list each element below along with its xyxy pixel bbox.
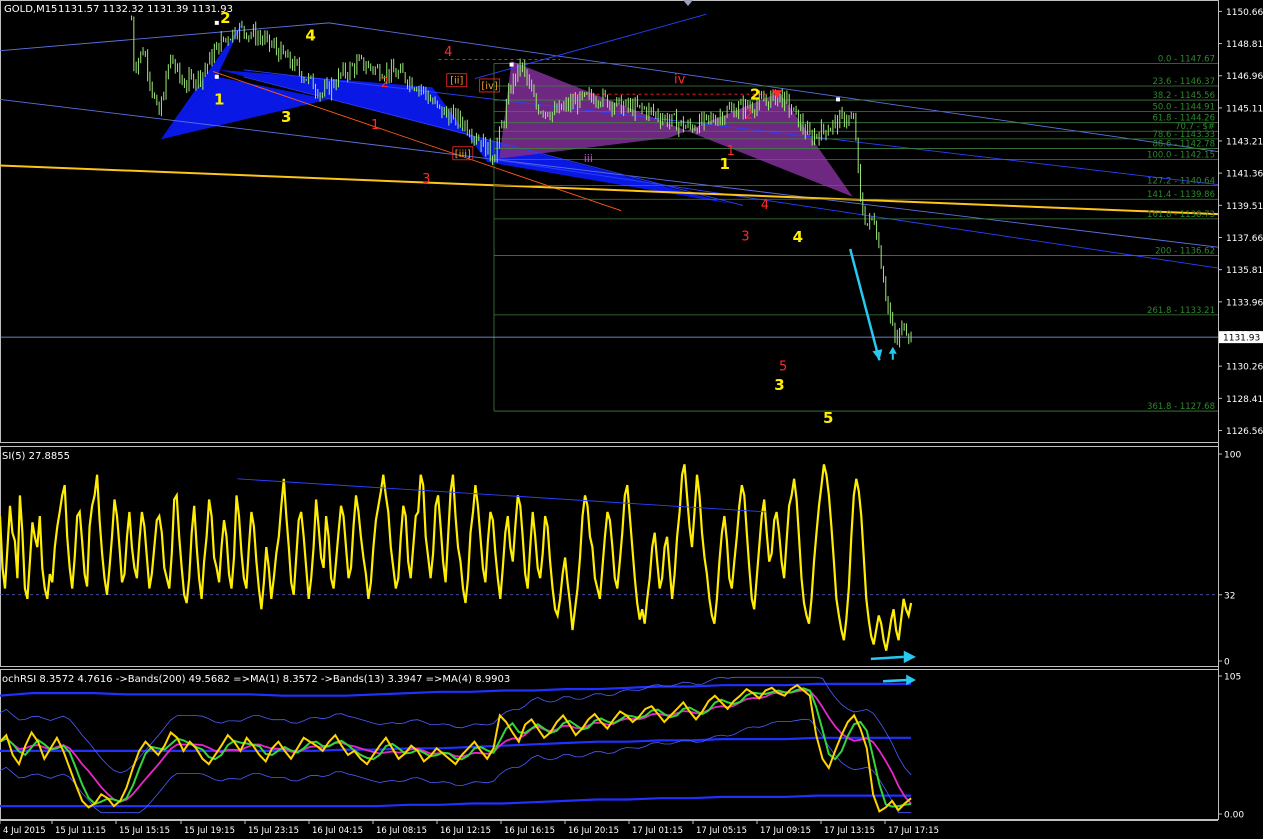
chart-header-symbol: GOLD,M15 [4, 4, 57, 15]
wave-label-red: 2 [381, 76, 389, 91]
pattern-point-marker [214, 74, 219, 79]
price-tick-label: 1139.51 [1226, 202, 1263, 212]
time-tick-label: 16 Jul 12:15 [440, 826, 491, 836]
price-tick-label: 1150.66 [1226, 8, 1263, 18]
wave-label-yellow: 1 [214, 91, 224, 109]
price-tick-label: 1133.96 [1226, 298, 1263, 308]
price-tick-label: 1126.56 [1226, 427, 1263, 437]
time-tick-label: 16 Jul 16:15 [504, 826, 555, 836]
last-price-label: 1131.93 [1223, 334, 1260, 344]
fib-level-label: 200 - 1136.62 [1155, 247, 1215, 257]
rsi-tick-label: 0 [1224, 658, 1230, 668]
wave-label-red: 2 [745, 108, 753, 123]
fib-level-label: 361.8 - 1127.68 [1147, 402, 1215, 412]
rsi-title: SI(5) 27.8855 [2, 451, 70, 462]
time-tick-label: 16 Jul 20:15 [568, 826, 619, 836]
trading-chart[interactable]: 0.0 - 1147.67 23.6 - 1146.37 38.2 - 1145.5… [0, 0, 1263, 839]
wave-label-red: 5 [779, 360, 787, 375]
time-tick-label: 17 Jul 09:15 [760, 826, 811, 836]
wave-label-yellow: 4 [305, 26, 315, 44]
time-tick-label: 15 Jul 23:15 [248, 826, 299, 836]
fib-level-label: 100.0 - 1142.15 [1147, 150, 1215, 160]
wave-label-boxed: [ii] [450, 76, 463, 87]
wave-label-boxed: [iv] [481, 81, 498, 92]
wave-label-red: 3 [741, 229, 749, 244]
wave-label-red: 1 [727, 144, 735, 159]
chart-header-ohlc: 1131.57 1132.32 1131.39 1131.93 [58, 4, 233, 15]
price-tick-label: 1137.66 [1226, 234, 1263, 244]
fib-level-label: 161.8 - 1138.73 [1147, 210, 1215, 220]
stoch-tick-label: 0.00 [1224, 811, 1244, 821]
price-tick-label: 1146.96 [1226, 72, 1263, 82]
pattern-point-marker [214, 20, 219, 25]
wave-label-yellow: 4 [793, 228, 803, 246]
fib-level-label: 78.6 - 1143.33 [1152, 130, 1215, 140]
time-tick-label: 4 Jul 2015 [3, 826, 46, 836]
fib-level-label: 38.2 - 1145.56 [1152, 91, 1215, 101]
stoch-cyan-arrow [882, 678, 908, 683]
wave-label-yellow: 2 [750, 85, 760, 103]
fib-level-label: 261.8 - 1133.21 [1147, 306, 1215, 316]
time-tick-label: 16 Jul 08:15 [376, 826, 427, 836]
wave-label-red: 1 [371, 118, 379, 133]
price-tick-label: 1135.81 [1226, 266, 1263, 276]
price-tick-label: 1128.41 [1226, 395, 1263, 405]
wave-label-yellow: 3 [281, 108, 291, 126]
pattern-point-marker [835, 97, 840, 102]
fib-level-label: 0.0 - 1147.67 [1158, 54, 1215, 64]
time-tick-label: 17 Jul 17:15 [888, 826, 939, 836]
fib-level-label: 127.2 - 1140.64 [1147, 177, 1215, 187]
wave-label-red: 3 [422, 172, 430, 187]
wave-label-red: 4 [444, 45, 452, 60]
wave-label-boxed: [iii] [455, 149, 471, 160]
price-tick-label: 1143.21 [1226, 137, 1263, 147]
time-tick-label: 17 Jul 01:15 [632, 826, 683, 836]
wave-label-red: 4 [761, 198, 769, 213]
time-tick-label: 16 Jul 04:15 [312, 826, 363, 836]
wave-label-purple: iii [584, 152, 593, 165]
wave-label-yellow: 5 [823, 409, 833, 427]
fib-level-label: 50.0 - 1144.91 [1152, 102, 1215, 112]
fib-level-label: 23.6 - 1146.37 [1152, 77, 1215, 87]
pattern-point-marker [509, 62, 514, 67]
stochrsi-title: ochRSI 8.3572 4.7616 ->Bands(200) 49.568… [2, 674, 510, 685]
time-tick-label: 17 Jul 13:15 [824, 826, 875, 836]
time-tick-label: 15 Jul 11:15 [55, 826, 106, 836]
price-tick-label: 1148.81 [1226, 40, 1263, 50]
rsi-tick-label: 32 [1224, 591, 1235, 601]
fib-level-label: 88.6 - 1142.78 [1152, 139, 1215, 149]
time-tick-label: 17 Jul 05:15 [696, 826, 747, 836]
wave-label-yellow: 3 [774, 376, 784, 394]
fib-level-label: 141.4 - 1139.86 [1147, 190, 1215, 200]
rsi-tick-label: 100 [1224, 451, 1241, 461]
price-tick-label: 1145.11 [1226, 104, 1263, 114]
price-tick-label: 1141.36 [1226, 170, 1263, 180]
time-tick-label: 15 Jul 19:15 [184, 826, 235, 836]
stoch-tick-label: 105 [1224, 673, 1241, 683]
price-tick-label: 1130.26 [1226, 363, 1263, 373]
time-tick-label: 15 Jul 15:15 [119, 826, 170, 836]
wave-label-red: iv [674, 73, 686, 88]
